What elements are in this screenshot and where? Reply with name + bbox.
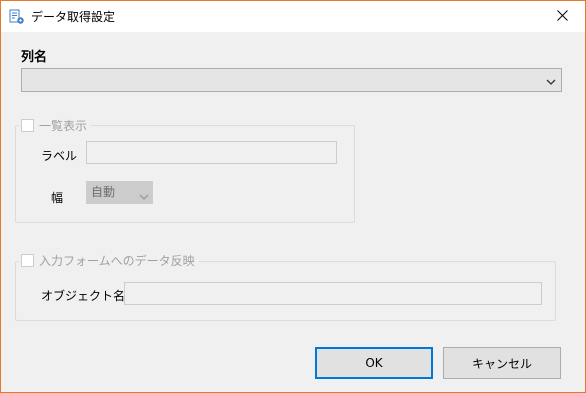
form-reflect-checkbox-label: 入力フォームへのデータ反映	[39, 253, 195, 268]
cancel-button[interactable]: キャンセル	[443, 347, 561, 379]
data-settings-icon	[9, 9, 25, 25]
form-reflect-legend: 入力フォームへのデータ反映	[19, 252, 199, 268]
label-field-input[interactable]	[86, 141, 337, 164]
list-display-checkbox-label: 一覧表示	[39, 118, 88, 133]
chevron-down-icon	[546, 75, 556, 89]
close-icon	[556, 9, 568, 24]
title-bar: データ取得設定	[1, 1, 585, 32]
window-title: データ取得設定	[31, 10, 116, 24]
list-display-group	[15, 125, 355, 223]
label-field-label: ラベル	[41, 149, 78, 163]
ok-button[interactable]: OK	[315, 347, 433, 379]
width-select-value: 自動	[91, 185, 116, 199]
object-name-input[interactable]	[124, 282, 542, 305]
object-name-label: オブジェクト名	[41, 289, 126, 303]
width-label: 幅	[51, 191, 64, 205]
column-name-select[interactable]	[21, 68, 562, 92]
form-reflect-checkbox[interactable]	[21, 253, 34, 267]
close-button[interactable]	[539, 1, 585, 32]
width-select[interactable]: 自動	[86, 181, 153, 204]
column-name-label: 列名	[21, 50, 48, 65]
dialog-window: データ取得設定 列名 一覧表示 ラベル 幅 自動 入力フォームへのデータ反映 オ…	[0, 0, 586, 393]
chevron-down-icon	[139, 187, 149, 208]
list-display-legend: 一覧表示	[19, 117, 92, 133]
list-display-checkbox[interactable]	[21, 118, 34, 132]
